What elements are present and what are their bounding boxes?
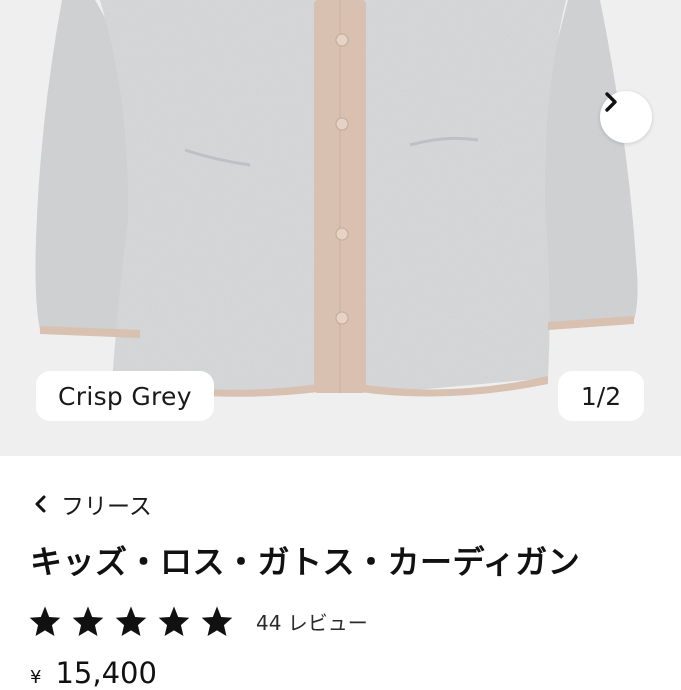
- star-icon: [29, 606, 61, 637]
- star-icon: [72, 606, 104, 637]
- breadcrumb-label: フリース: [61, 494, 152, 520]
- next-image-button[interactable]: [600, 91, 652, 143]
- currency-symbol: ¥: [30, 667, 42, 688]
- price-amount: 15,400: [55, 656, 157, 690]
- price: ¥ 15,400: [30, 656, 157, 690]
- star-rating: [28, 605, 234, 637]
- chevron-right-icon: [605, 92, 617, 112]
- star-icon: [115, 606, 147, 637]
- rating-row[interactable]: 44 レビュー: [28, 604, 368, 638]
- review-count-link[interactable]: 44 レビュー: [256, 607, 368, 636]
- breadcrumb[interactable]: フリース: [33, 487, 152, 521]
- color-name-badge: Crisp Grey: [36, 371, 214, 421]
- star-icon: [201, 606, 233, 637]
- image-counter: 1/2: [558, 371, 644, 421]
- product-title: キッズ・ロス・ガトス・カーディガン: [30, 543, 581, 581]
- product-image-gallery[interactable]: Crisp Grey 1/2: [0, 0, 681, 456]
- chevron-left-icon: [35, 495, 46, 513]
- star-icon: [158, 606, 190, 637]
